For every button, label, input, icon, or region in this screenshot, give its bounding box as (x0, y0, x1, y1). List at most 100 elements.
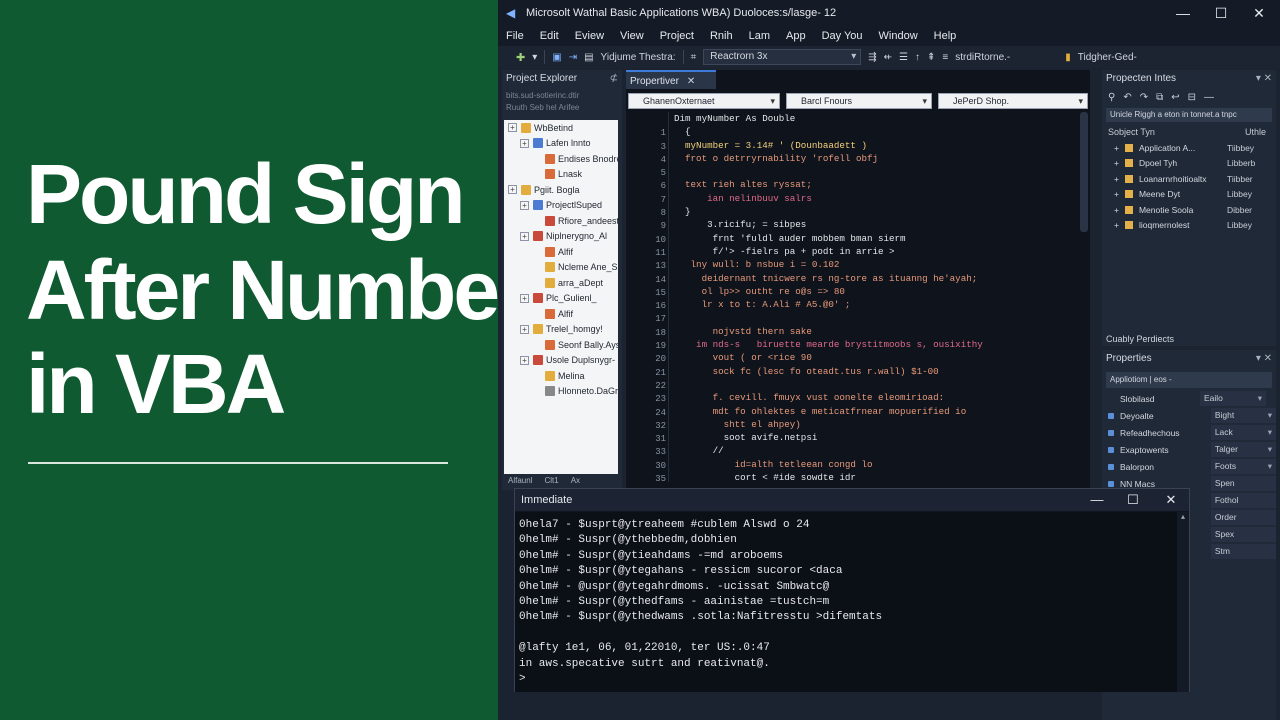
undo-icon[interactable]: ↩ (1171, 92, 1179, 103)
tree-item[interactable]: + Pgiit. Bogla (504, 182, 618, 198)
run-icon[interactable]: ✚ (516, 51, 525, 64)
tree-item[interactable]: + Usole Duplsnygr- (504, 353, 618, 369)
expand-icon[interactable]: + (1114, 205, 1119, 215)
forward-icon[interactable]: ↷ (1140, 92, 1148, 103)
immediate-scrollbar[interactable]: ▴ (1177, 512, 1189, 692)
properties-col-value[interactable]: Eailo (1200, 391, 1266, 406)
menu-item-project[interactable]: Project (652, 30, 702, 42)
search-icon[interactable]: ⚲ (1108, 92, 1115, 103)
outdent-icon[interactable]: ⇷ (884, 52, 892, 63)
tree-item[interactable]: + ProjectlSuped (504, 198, 618, 214)
tree-item[interactable]: + Plc_Gulienl_ (504, 291, 618, 307)
code-scrollbar[interactable] (1080, 112, 1088, 232)
menu-item-file[interactable]: File (498, 30, 532, 42)
expand-icon[interactable]: + (1114, 158, 1119, 168)
immediate-output[interactable]: 0hela7 - $usprt@ytreaheem #cublem Alswd … (515, 512, 1179, 692)
expand-icon[interactable]: + (1114, 143, 1119, 153)
object-row[interactable]: + Loanarnrhoitioaltx Tiibber (1102, 171, 1276, 187)
tab-close-icon[interactable]: ✕ (687, 76, 695, 87)
expand-icon[interactable]: + (520, 231, 529, 241)
property-value[interactable]: Spex (1210, 527, 1276, 542)
tree-item[interactable]: + Lafen lnnto (504, 136, 618, 152)
tree-item[interactable]: Endises Bnodre (504, 151, 618, 167)
immediate-maximize-button[interactable]: ☐ (1115, 489, 1151, 511)
close-button[interactable]: ✕ (1240, 0, 1278, 26)
code-tab[interactable]: Propertiver ✕ (626, 70, 716, 89)
expand-icon[interactable] (532, 340, 541, 349)
menu-item-window[interactable]: Window (871, 30, 926, 42)
property-value[interactable]: Order (1210, 510, 1276, 525)
panel-close-icon[interactable]: ▾ ✕ (1256, 70, 1272, 88)
tree-item[interactable]: Alfif (504, 306, 618, 322)
expand-icon[interactable] (532, 309, 541, 318)
property-value[interactable]: Foots (1210, 459, 1276, 474)
indent-icon[interactable]: ⇶ (868, 52, 876, 63)
expand-icon[interactable]: + (508, 185, 517, 195)
expand-icon[interactable]: + (520, 293, 529, 303)
property-value[interactable]: Stm (1210, 544, 1276, 559)
immediate-minimize-button[interactable]: — (1079, 489, 1115, 511)
panel-close-icon[interactable]: ⊄ (610, 70, 618, 88)
folder-icon[interactable]: ▮ (1065, 52, 1071, 63)
expand-icon[interactable] (532, 154, 541, 163)
menu-item-edit[interactable]: Edit (532, 30, 567, 42)
comment-icon[interactable]: ☰ (899, 52, 908, 63)
properties-object-selector[interactable]: Appliotiom | eos - (1106, 372, 1272, 388)
menu-item-app[interactable]: App (778, 30, 814, 42)
property-value[interactable]: Lack (1210, 425, 1276, 440)
expand-icon[interactable] (532, 387, 541, 396)
property-value[interactable]: Bight (1210, 408, 1276, 423)
tree-item[interactable]: Rfiore_andeest (504, 213, 618, 229)
expand-icon[interactable]: + (520, 324, 529, 334)
back-icon[interactable]: ↶ (1123, 92, 1131, 103)
minus-icon[interactable]: — (1204, 92, 1214, 103)
expand-icon[interactable]: + (1114, 189, 1119, 199)
tree-item[interactable]: + Niplnerygno_Al (504, 229, 618, 245)
object-dropdown[interactable]: GhanenOxternaet (628, 93, 780, 109)
menu-item-day-you[interactable]: Day You (814, 30, 871, 42)
step-icon[interactable]: ⇥ (569, 52, 577, 63)
expand-icon[interactable]: + (1114, 220, 1119, 230)
tree-item[interactable]: Hlonneto.DaGr-awt (504, 384, 618, 400)
tree-item[interactable]: Lnask (504, 167, 618, 183)
tree-item[interactable]: arra_aDept (504, 275, 618, 291)
menu-item-lam[interactable]: Lam (741, 30, 778, 42)
module-dropdown[interactable]: JePerD Shop. (938, 93, 1088, 109)
property-value[interactable]: Fothol (1210, 493, 1276, 508)
expand-icon[interactable]: + (508, 123, 517, 133)
expand-icon[interactable]: + (520, 355, 529, 365)
expand-icon[interactable] (532, 170, 541, 179)
menu-item-eview[interactable]: Eview (567, 30, 612, 42)
bookmark-icon[interactable]: ⇞ (927, 52, 935, 63)
list-icon[interactable]: ≡ (942, 52, 948, 63)
expand-icon[interactable] (532, 278, 541, 287)
expand-icon[interactable] (532, 371, 541, 380)
clear-icon[interactable]: ⊟ (1188, 92, 1196, 103)
expand-icon[interactable] (532, 216, 541, 225)
object-browser-filter[interactable]: Unicle Riggh a eton in tonnet.a tnpc (1106, 108, 1272, 122)
property-value[interactable]: Spen (1210, 476, 1276, 491)
tree-item[interactable]: Alfif (504, 244, 618, 260)
property-row[interactable]: Exaptowents Talger (1102, 441, 1276, 458)
object-row[interactable]: + Applicatlon A... Tiibbey (1102, 140, 1276, 156)
expand-icon[interactable]: + (1114, 174, 1119, 184)
minimize-button[interactable]: — (1164, 0, 1202, 26)
code-editor[interactable]: Dim myNumber As Double { myNumber = 3.14… (674, 112, 1074, 484)
tree-item[interactable]: + Trelel_homgy! (504, 322, 618, 338)
object-row[interactable]: + Meene Dyt Libbey (1102, 187, 1276, 203)
up-icon[interactable]: ↑ (915, 52, 920, 63)
toolbar-combo[interactable]: Reactrorn 3x (703, 49, 862, 65)
panel-close-icon[interactable]: ▾ ✕ (1256, 350, 1272, 368)
property-row[interactable]: Balorpon Foots (1102, 458, 1276, 475)
copy-icon[interactable]: ⧉ (1156, 92, 1163, 103)
save-icon[interactable]: ▣ (552, 52, 561, 63)
object-row[interactable]: + lioqmernolest Libbey (1102, 218, 1276, 234)
dropdown-arrow-icon[interactable]: ▾ (532, 52, 537, 63)
menu-item-view[interactable]: View (612, 30, 652, 42)
tree-item[interactable]: Ncleme Ane_Sal (504, 260, 618, 276)
expand-icon[interactable] (532, 263, 541, 272)
menu-item-help[interactable]: Help (926, 30, 965, 42)
tree-item[interactable]: Melina (504, 368, 618, 384)
object-row[interactable]: + Menotie Soola Dibber (1102, 202, 1276, 218)
expand-icon[interactable] (532, 247, 541, 256)
